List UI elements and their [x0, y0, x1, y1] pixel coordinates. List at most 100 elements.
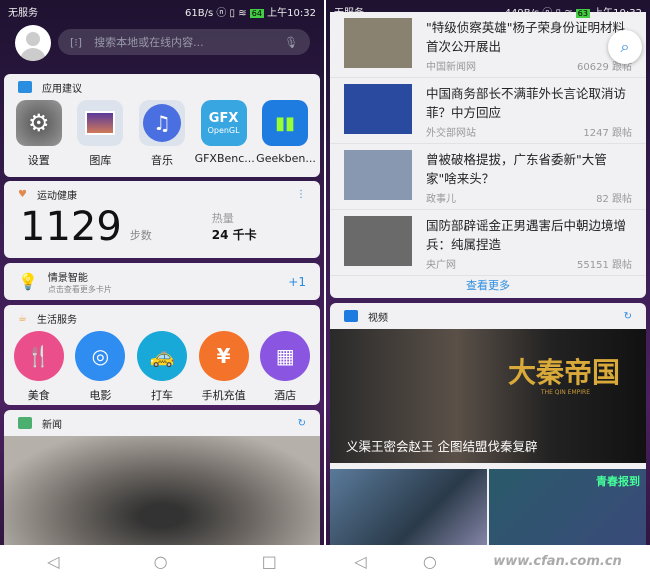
app-music[interactable]: ♫ 音乐 — [133, 100, 191, 168]
news-source: 中国新闻网 — [426, 62, 476, 73]
comment-count: 1247 — [583, 128, 609, 139]
smart-card[interactable]: 💡 情景智能 点击查看更多卡片 +1 — [4, 263, 320, 300]
news-item[interactable]: 国防部辟谣金正男遇害后中朝边境增兵：纯属捏造 央广网 55151 跟帖 — [330, 210, 646, 276]
search-bar[interactable]: [⁝] 搜索本地或在线内容... 🎙 — [58, 29, 310, 55]
app-gallery[interactable]: 图库 — [71, 100, 129, 168]
news-thumbnail — [344, 18, 412, 68]
app-settings[interactable]: ⚙ 设置 — [10, 100, 68, 168]
back-button[interactable]: ◁ — [354, 552, 366, 571]
back-button[interactable]: ◁ — [47, 552, 59, 571]
search-input[interactable]: 搜索本地或在线内容... — [94, 34, 284, 50]
video-main[interactable]: 大秦帝国 THE QIN EMPIRE 义渠王密会赵王 企图结盟伐秦复辟 — [330, 329, 646, 463]
news-source: 政事儿 — [426, 194, 456, 205]
home-button[interactable]: ○ — [154, 552, 168, 571]
poster-subtitle: THE QIN EMPIRE — [540, 389, 590, 396]
app-suggestions-card: 应用建议 ⚙ 设置 图库 ♫ 音乐 GFX OpenGL GFXBenc... ▮▮ Ge… — [4, 74, 320, 177]
news-title: 曾被破格提拔，广东省委新"大管家"啥来头？ — [426, 152, 607, 186]
comment-count: 82 — [596, 194, 609, 205]
battery-icon: 64 — [249, 8, 264, 18]
calorie-value: 24 千卡 — [211, 228, 257, 242]
app-suggest-icon — [18, 81, 32, 93]
microphone-icon[interactable]: 🎙 — [284, 36, 298, 49]
refresh-icon[interactable]: ↻ — [298, 418, 306, 429]
clock: 上午10:32 — [593, 7, 642, 19]
comment-count: 60629 — [577, 62, 609, 73]
refresh-icon[interactable]: ↻ — [624, 311, 632, 322]
card-title: 视频 — [368, 312, 388, 324]
news-icon — [18, 417, 32, 429]
service-item[interactable]: ¥ 手机充值 — [195, 331, 253, 403]
home-button[interactable]: ○ — [423, 552, 437, 571]
app-label: 音乐 — [150, 154, 173, 167]
news-title: 国防部辟谣金正男遇害后中朝边境增兵：纯属捏造 — [426, 218, 627, 252]
more-count-badge[interactable]: +1 — [288, 275, 306, 289]
calorie-label: 热量 — [211, 212, 234, 225]
service-item[interactable]: ▦ 酒店 — [256, 331, 314, 403]
service-icon: 🚕 — [136, 331, 187, 381]
life-services-card: ☕ 生活服务 🍴 美食 ◎ 电影 🚕 打车 ¥ 手机充值 ▦ 酒店 — [4, 305, 320, 405]
navigation-bar: ◁ ○ □ — [0, 545, 324, 578]
service-icon: 🍴 — [13, 331, 64, 381]
video-caption: 义渠王密会赵王 企图结盟伐秦复辟 — [346, 439, 538, 454]
gfx-icon: GFX OpenGL — [200, 100, 247, 146]
status-bar: 无服务 449B/s ⓝ ▯ ≋ 63 上午10:32 — [326, 0, 650, 22]
recents-button[interactable]: □ — [262, 552, 277, 571]
status-right: 61B/s ⓝ ▯ ≋ 64 上午10:32 — [185, 7, 316, 19]
news-card: 新闻 ↻ — [4, 410, 320, 550]
service-item[interactable]: 🍴 美食 — [10, 331, 68, 403]
battery-icon: 63 — [575, 8, 590, 18]
news-list-card: "特级侦察英雄"杨子荣身份证明材料首次公开展出 中国新闻网 60629 跟帖 中国商务… — [330, 12, 646, 298]
news-thumbnail — [344, 84, 412, 134]
news-source: 央广网 — [426, 260, 456, 271]
carrier: 无服务 — [334, 7, 364, 19]
service-icon: ¥ — [198, 331, 249, 381]
service-item[interactable]: 🚕 打车 — [133, 331, 191, 403]
music-icon: ♫ — [138, 100, 185, 146]
avatar[interactable] — [15, 25, 51, 61]
service-item[interactable]: ◎ 电影 — [71, 331, 129, 403]
card-subtitle: 点击查看更多卡片 — [47, 284, 112, 294]
card-title: 新闻 — [42, 419, 62, 431]
service-label: 电影 — [89, 389, 112, 402]
net-speed: 61B/s — [185, 7, 214, 19]
poster-title: 大秦帝国 — [507, 356, 620, 389]
app-label: 设置 — [27, 154, 50, 167]
status-bar: 无服务 61B/s ⓝ ▯ ≋ 64 上午10:32 — [0, 0, 324, 22]
heart-icon: ♥ — [18, 188, 27, 200]
poster2-title: 青春报到 — [596, 475, 640, 488]
service-label: 美食 — [27, 389, 50, 402]
card-title: 生活服务 — [36, 314, 77, 326]
comment-label: 跟帖 — [612, 194, 632, 205]
search-fab[interactable]: ⌕ — [608, 30, 642, 64]
news-thumbnail — [344, 150, 412, 200]
app-gfxbench[interactable]: GFX OpenGL GFXBenc... — [194, 100, 255, 168]
navigation-bar: ◁ ○ www.cfan.com.cn — [326, 545, 650, 578]
news-image[interactable] — [4, 436, 320, 550]
news-title: 中国商务部长不满菲外长言论取消访菲？中方回应 — [426, 86, 627, 120]
video-thumb-1[interactable] — [330, 469, 487, 549]
service-icon: ◎ — [75, 331, 126, 381]
right-screen: 无服务 449B/s ⓝ ▯ ≋ 63 上午10:32 "特级侦察英雄"杨子荣身… — [326, 0, 650, 578]
more-icon[interactable]: ⋮ — [296, 189, 306, 200]
service-label: 酒店 — [274, 389, 297, 402]
app-label: 图库 — [89, 154, 112, 167]
lightbulb-icon: 💡 — [18, 272, 38, 291]
news-item[interactable]: 曾被破格提拔，广东省委新"大管家"啥来头？ 政事儿 82 跟帖 — [330, 144, 646, 210]
health-card[interactable]: ♥ 运动健康 ⋮ 1129 步数 热量 24 千卡 — [4, 181, 320, 258]
card-title: 情景智能 — [47, 272, 88, 284]
news-item[interactable]: 中国商务部长不满菲外长言论取消访菲？中方回应外交部网站 1247 跟帖 — [330, 78, 646, 144]
app-label: GFXBenc... — [194, 152, 255, 165]
video-thumb-2[interactable]: 青春报到 — [489, 469, 646, 549]
net-speed: 449B/s — [504, 7, 540, 19]
comment-label: 跟帖 — [612, 260, 632, 271]
card-title: 运动健康 — [36, 190, 77, 202]
see-more-link[interactable]: 查看更多 — [330, 276, 646, 296]
app-geekbench[interactable]: ▮▮ Geekben... — [256, 100, 316, 168]
news-source: 外交部网站 — [426, 128, 476, 139]
comment-label: 跟帖 — [612, 128, 632, 139]
coffee-icon: ☕ — [18, 312, 27, 324]
status-right: 449B/s ⓝ ▯ ≋ 63 上午10:32 — [504, 7, 642, 19]
geekbench-icon: ▮▮ — [262, 100, 309, 146]
video-card: 视频 ↻ 大秦帝国 THE QIN EMPIRE 义渠王密会赵王 企图结盟伐秦复辟… — [330, 303, 646, 550]
scan-icon[interactable]: [⁝] — [70, 36, 82, 49]
